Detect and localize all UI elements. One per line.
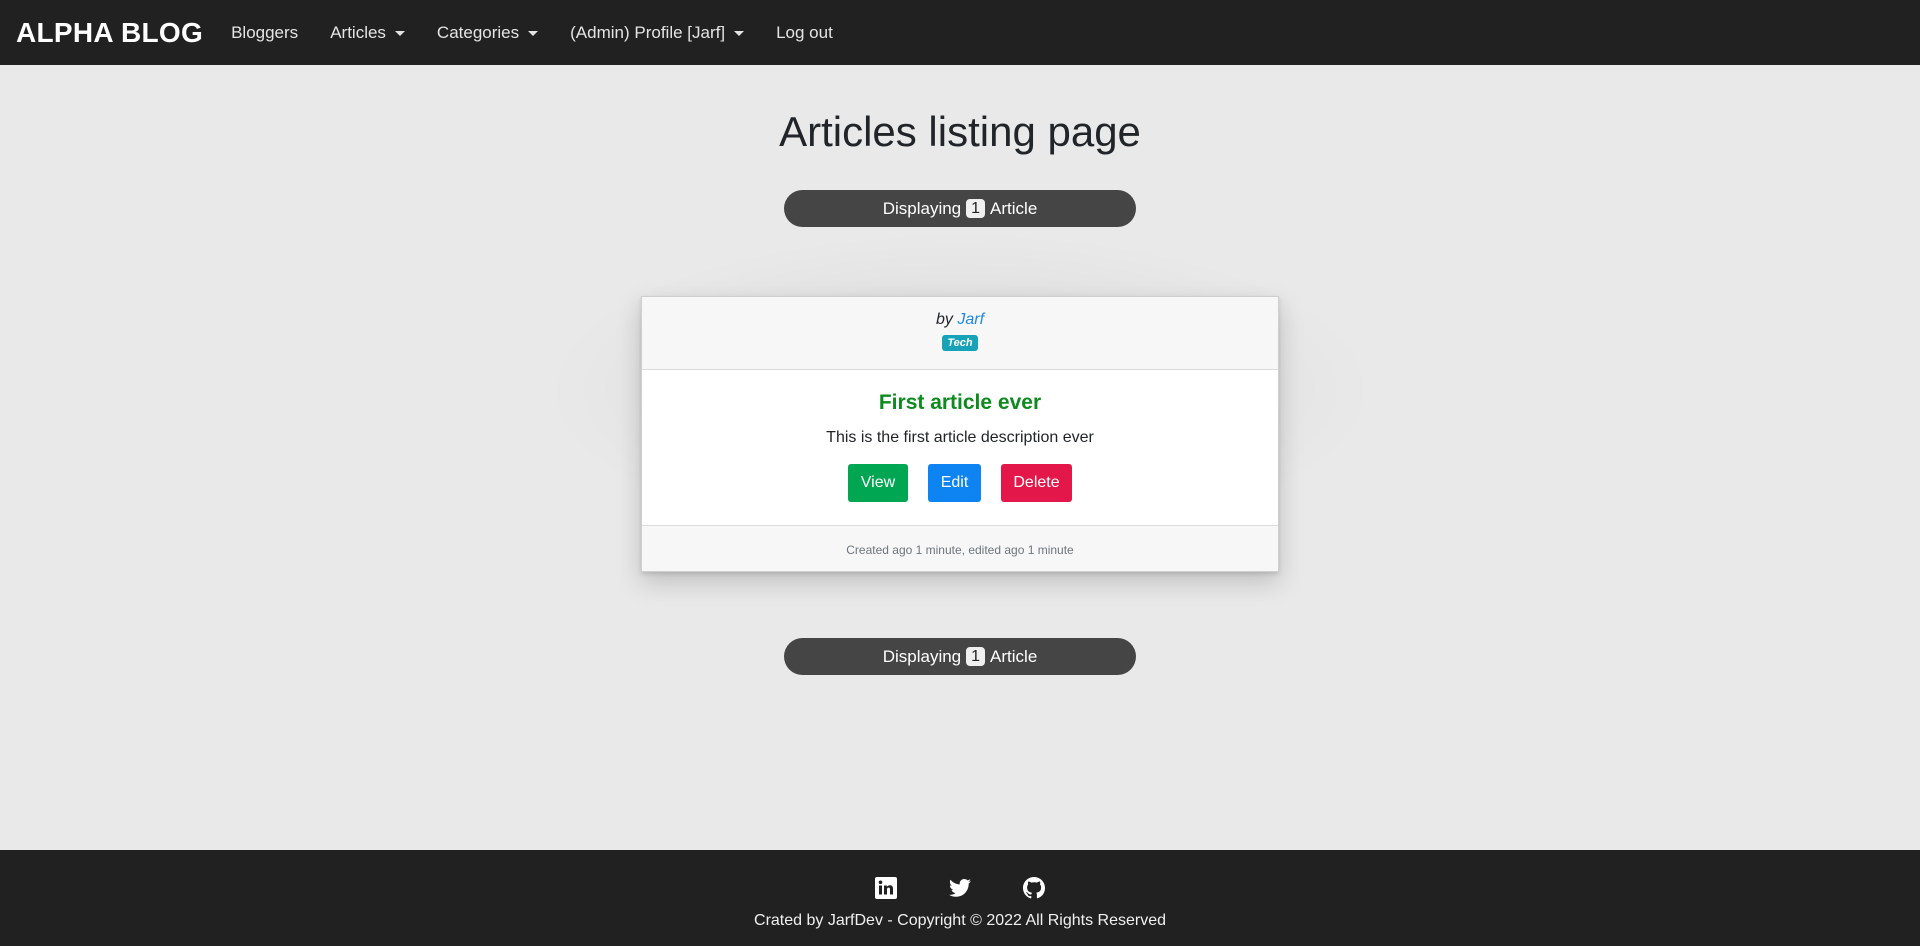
nav-bloggers-label: Bloggers (231, 22, 299, 42)
byline-prefix: by (935, 311, 953, 328)
edit-button[interactable]: Edit (928, 464, 981, 502)
copyright-text: Crated by JarfDev - Copyright © 2022 All… (754, 912, 1166, 929)
nav-profile-label: (Admin) Profile [Jarf] (570, 22, 726, 42)
nav-bloggers[interactable]: Bloggers (231, 23, 298, 43)
github-icon[interactable] (1022, 876, 1046, 900)
article-actions: View Edit Delete (642, 464, 1278, 502)
chevron-down-icon (528, 31, 539, 36)
nav-logout[interactable]: Log out (776, 23, 833, 43)
nav-categories-label: Categories (436, 22, 520, 42)
article-card-header: by Jarf Tech (642, 297, 1278, 370)
delete-button[interactable]: Delete (1001, 464, 1072, 502)
nav-articles-dropdown[interactable]: Articles (330, 23, 405, 43)
article-card: by Jarf Tech First article ever This is … (641, 296, 1279, 572)
navbar: ALPHA BLOG Bloggers Articles Categories … (0, 0, 1920, 65)
display-count-pill-bottom: Displaying 1 Article (784, 638, 1136, 675)
display-count-pill-top: Displaying 1 Article (784, 190, 1136, 227)
social-links (0, 876, 1920, 900)
category-badge[interactable]: Tech (942, 335, 978, 351)
twitter-icon[interactable] (948, 876, 972, 900)
display-count-badge: 1 (966, 647, 986, 666)
author-link[interactable]: Jarf (957, 311, 984, 328)
article-byline: by Jarf (642, 311, 1278, 329)
display-suffix: Article (990, 198, 1038, 218)
brand-logo[interactable]: ALPHA BLOG (16, 17, 203, 49)
chevron-down-icon (734, 31, 745, 36)
article-title[interactable]: First article ever (642, 391, 1278, 415)
chevron-down-icon (394, 31, 405, 36)
site-footer: Crated by JarfDev - Copyright © 2022 All… (0, 850, 1920, 946)
article-timestamps: Created ago 1 minute, edited ago 1 minut… (642, 525, 1278, 571)
nav-profile-dropdown[interactable]: (Admin) Profile [Jarf] (570, 22, 745, 43)
display-prefix: Displaying (882, 646, 962, 666)
linkedin-icon[interactable] (874, 876, 898, 900)
view-button[interactable]: View (848, 464, 908, 502)
nav-categories-dropdown[interactable]: Categories (436, 22, 539, 43)
article-card-body: First article ever This is the first art… (642, 370, 1278, 525)
display-count-badge: 1 (966, 199, 986, 218)
nav-logout-label: Log out (776, 22, 833, 42)
nav-articles-label: Articles (330, 22, 386, 42)
article-description: This is the first article description ev… (826, 429, 1094, 446)
display-suffix: Article (990, 646, 1038, 666)
display-prefix: Displaying (882, 198, 962, 218)
page-title: Articles listing page (779, 108, 1141, 155)
